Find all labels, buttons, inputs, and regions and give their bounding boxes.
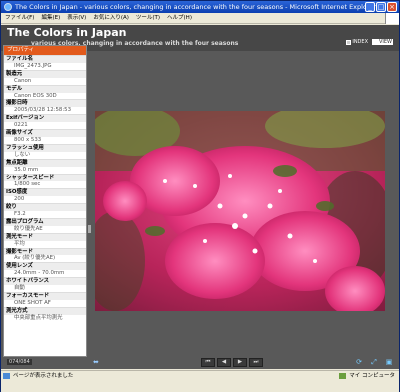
property-value: 0221 [4, 122, 86, 130]
zone-label: マイ コンピュータ [349, 373, 395, 379]
panel-collapse-handle[interactable] [88, 225, 91, 233]
property-label: 製造元 [4, 69, 86, 78]
property-label: ISO感度 [4, 188, 86, 197]
property-label: 露出プログラム [4, 217, 86, 226]
photo-viewer [95, 111, 385, 311]
property-value: ONE SHOT AF [4, 299, 86, 307]
image-counter: 074/084 [7, 359, 32, 365]
menu-edit[interactable]: 編集(E) [41, 13, 60, 23]
menu-bar: ファイル(F) 編集(E) 表示(V) お気に入り(A) ツール(T) ヘルプ(… [1, 13, 399, 24]
menu-favorites[interactable]: お気に入り(A) [93, 13, 129, 23]
view-button[interactable]: VIEW [372, 39, 393, 45]
property-value: 2005/03/28 12:58:53 [4, 107, 86, 115]
property-value: 中央部重点平均測光 [4, 314, 86, 322]
last-image-button[interactable]: ⏭ [249, 358, 263, 367]
menu-view[interactable]: 表示(V) [67, 13, 86, 23]
app-title: The Colors in Japan [7, 26, 127, 39]
index-view-label: INDEX [352, 39, 368, 45]
property-label: 使用レンズ [4, 262, 86, 271]
grid-icon [346, 39, 352, 45]
property-value: 200 [4, 196, 86, 204]
property-value: 24.0mm - 70.0mm [4, 270, 86, 278]
transport-controls: ⏮ ◀ ▶ ⏭ [201, 358, 263, 367]
windows-logo-icon [385, 13, 399, 24]
next-image-button[interactable]: ▶ [233, 358, 247, 367]
property-value: Canon [4, 77, 86, 85]
property-value: Av (絞り優先AE) [4, 255, 86, 263]
slideshow-icon[interactable]: ▣ [383, 358, 395, 367]
properties-panel: プロパティ ファイル名 IMG_2473.JPG 製造元 Canon モデル Canon … [3, 45, 87, 357]
property-value: 絞り優先AE [4, 225, 86, 233]
properties-header: プロパティ [4, 46, 86, 55]
property-label: シャッタースピード [4, 173, 86, 182]
ie-icon [4, 3, 12, 11]
browser-window: The Colors in Japan - various colors, ch… [0, 0, 400, 392]
window-controls: _ □ × [365, 2, 397, 12]
property-value: 自動 [4, 285, 86, 292]
view-switcher: INDEX VIEW [346, 39, 393, 45]
property-value: しない [4, 151, 86, 159]
status-text: ページが表示されました [13, 373, 74, 379]
property-value: 1/800 sec [4, 181, 86, 189]
back-to-index-icon[interactable]: ⬌ [93, 358, 107, 367]
window-title: The Colors in Japan - various colors, ch… [15, 3, 377, 11]
viewer-tools: ⟳ ⤢ ▣ [353, 358, 395, 367]
single-view-icon [373, 39, 378, 45]
property-value: Canon EOS 30D [4, 92, 86, 100]
property-label: モデル [4, 84, 86, 93]
property-value: IMG_2473.JPG [4, 62, 86, 70]
rotate-icon[interactable]: ⟳ [353, 358, 365, 367]
property-label: 絞り [4, 203, 86, 212]
previous-image-button[interactable]: ◀ [217, 358, 231, 367]
properties-list: ファイル名 IMG_2473.JPG 製造元 Canon モデル Canon EOS 30… [4, 55, 86, 322]
property-label: 撮影日時 [4, 99, 86, 108]
status-bar: ページが表示されました マイ コンピュータ [1, 370, 399, 380]
computer-icon [339, 373, 347, 379]
property-label: フォーカスモード [4, 292, 86, 300]
menu-file[interactable]: ファイル(F) [5, 13, 34, 23]
menu-tools[interactable]: ツール(T) [136, 13, 160, 23]
index-view-button[interactable]: INDEX [346, 39, 368, 45]
property-value: F3.2 [4, 211, 86, 218]
property-label: ファイル名 [4, 55, 86, 63]
close-button[interactable]: × [387, 2, 397, 12]
title-bar: The Colors in Japan - various colors, ch… [1, 1, 399, 13]
property-label: ホワイトバランス [4, 277, 86, 286]
property-value: 平均 [4, 240, 86, 248]
property-label: フラッシュ使用 [4, 143, 86, 152]
window-bottom [1, 381, 399, 392]
property-label: 測光方式 [4, 306, 86, 315]
property-label: 画像サイズ [4, 129, 86, 137]
minimize-button[interactable]: _ [365, 2, 375, 12]
property-label: Exifバージョン [4, 114, 86, 123]
first-image-button[interactable]: ⏮ [201, 358, 215, 367]
gallery-app: The Colors in Japan various colors, chan… [1, 25, 399, 369]
navigation-bar: 074/084 ⬌ ⏮ ◀ ▶ ⏭ ⟳ ⤢ ▣ [1, 357, 399, 369]
maximize-button[interactable]: □ [376, 2, 386, 12]
page-icon [3, 373, 10, 379]
property-value: 800 x 533 [4, 136, 86, 144]
property-value: 35.0 mm [4, 166, 86, 174]
property-label: 焦点距離 [4, 158, 86, 167]
fit-icon[interactable]: ⤢ [368, 358, 380, 367]
security-zone: マイ コンピュータ [339, 371, 395, 381]
view-label: VIEW [379, 39, 392, 45]
menu-help[interactable]: ヘルプ(H) [167, 13, 192, 23]
property-label: 測光モード [4, 232, 86, 241]
bougainvillea-photo [95, 111, 385, 311]
